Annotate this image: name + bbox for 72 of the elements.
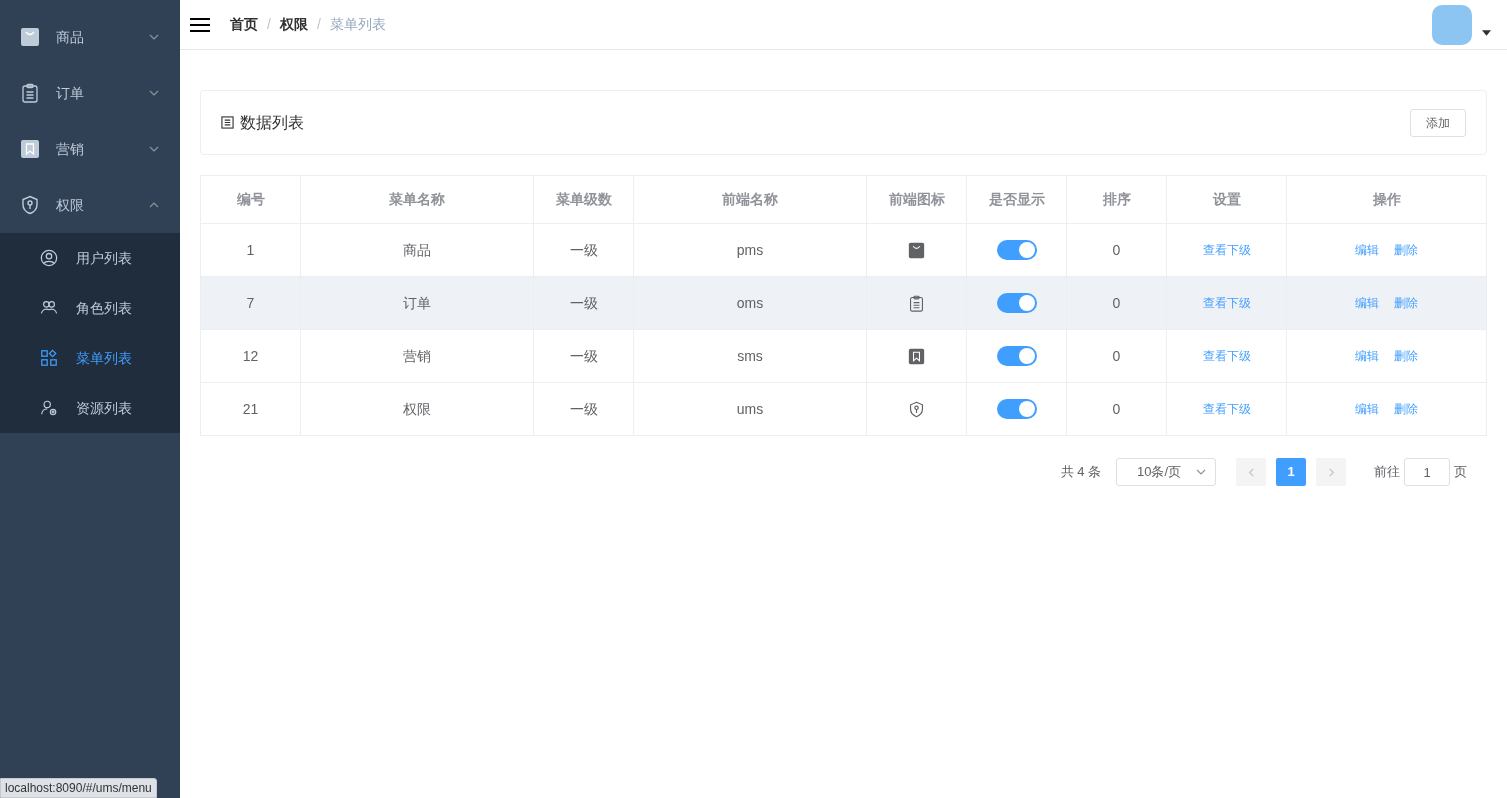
sidebar-item[interactable]: 商品 [0,9,180,65]
delete-link[interactable]: 删除 [1394,241,1418,259]
goto-page-field[interactable]: 1 [1404,458,1450,486]
view-children-link[interactable]: 查看下级 [1202,347,1251,365]
panel-title: 数据列表 [240,112,305,133]
table-cell-text: 0 [1112,240,1121,260]
bag-icon [20,27,40,47]
user-gear-icon [40,399,58,417]
status-bar-url: localhost:8090/#/ums/menu [0,778,157,798]
view-children-link[interactable]: 查看下级 [1202,400,1251,418]
page-size-select[interactable]: 10条/页 [1116,458,1216,486]
edit-link[interactable]: 编辑 [1355,241,1379,259]
bag-icon [908,241,925,259]
edit-link[interactable]: 编辑 [1355,347,1379,365]
table-cell-text: 营销 [403,346,431,366]
toggle-switch[interactable] [996,346,1037,366]
breadcrumb-separator: / [267,15,271,34]
breadcrumb-item[interactable]: 首页 [230,14,258,35]
table-cell-text: 一级 [569,240,598,260]
toggle-switch[interactable] [996,240,1037,260]
total-count: 共 4 条 [1060,463,1101,482]
table-cell-text: 0 [1112,293,1121,313]
table-cell-text: 21 [242,399,259,419]
list-icon [221,116,234,129]
edit-link[interactable]: 编辑 [1355,400,1379,418]
table-cell-text: 商品 [403,240,431,260]
menu-icon[interactable] [190,16,210,33]
submenu-item[interactable]: 菜单列表 [0,333,180,383]
table-cell-text: 一级 [569,346,598,366]
table-cell-text: 12 [242,346,259,366]
bookmark-icon [908,347,925,365]
sidebar-item[interactable]: 订单 [0,65,180,121]
submenu-item[interactable]: 角色列表 [0,283,180,333]
delete-link[interactable]: 删除 [1394,347,1418,365]
add-button[interactable]: 添加 [1410,108,1466,137]
submenu-item[interactable]: 用户列表 [0,233,180,283]
submenu-item[interactable]: 资源列表 [0,383,180,433]
table-cell-text: 一级 [569,399,598,419]
avatar-image[interactable] [1432,4,1472,45]
table-cell-text: 订单 [403,293,431,313]
table-cell-text: sms [737,346,763,366]
shield-icon [908,400,925,418]
toggle-switch[interactable] [996,399,1037,419]
caret-icon[interactable] [1482,29,1491,36]
breadcrumb-item: 菜单列表 [329,15,386,34]
table-cell-text: 权限 [403,399,431,419]
table-cell-text: pms [736,240,764,260]
view-children-link[interactable]: 查看下级 [1202,241,1251,259]
page-button[interactable]: 1 [1276,458,1306,486]
delete-link[interactable]: 删除 [1394,400,1418,418]
toggle-switch[interactable] [996,293,1037,313]
table-cell-text: 0 [1112,399,1121,419]
chevron-left-icon [1246,467,1256,477]
table-cell-text: oms [736,293,764,313]
shield-icon [20,195,40,215]
page-suffix: 页 [1454,463,1467,482]
chevron-right-icon [1326,467,1336,477]
table-cell-text: 一级 [569,293,598,313]
user-icon [40,249,58,267]
table-cell-text: 7 [246,293,255,313]
grid-icon [40,349,58,367]
sidebar-item[interactable]: 营销 [0,121,180,177]
table-cell-text: ums [736,399,764,419]
sidebar-item[interactable]: 权限 [0,177,180,233]
breadcrumb-separator: / [316,15,321,34]
clipboard-icon [20,83,40,103]
goto-label: 前往 [1374,463,1400,482]
clipboard-icon [908,294,925,312]
table-cell-text: 0 [1112,346,1121,366]
table-cell-text: 1 [246,240,255,260]
bookmark-icon [20,139,40,159]
breadcrumb-item[interactable]: 权限 [279,14,308,35]
